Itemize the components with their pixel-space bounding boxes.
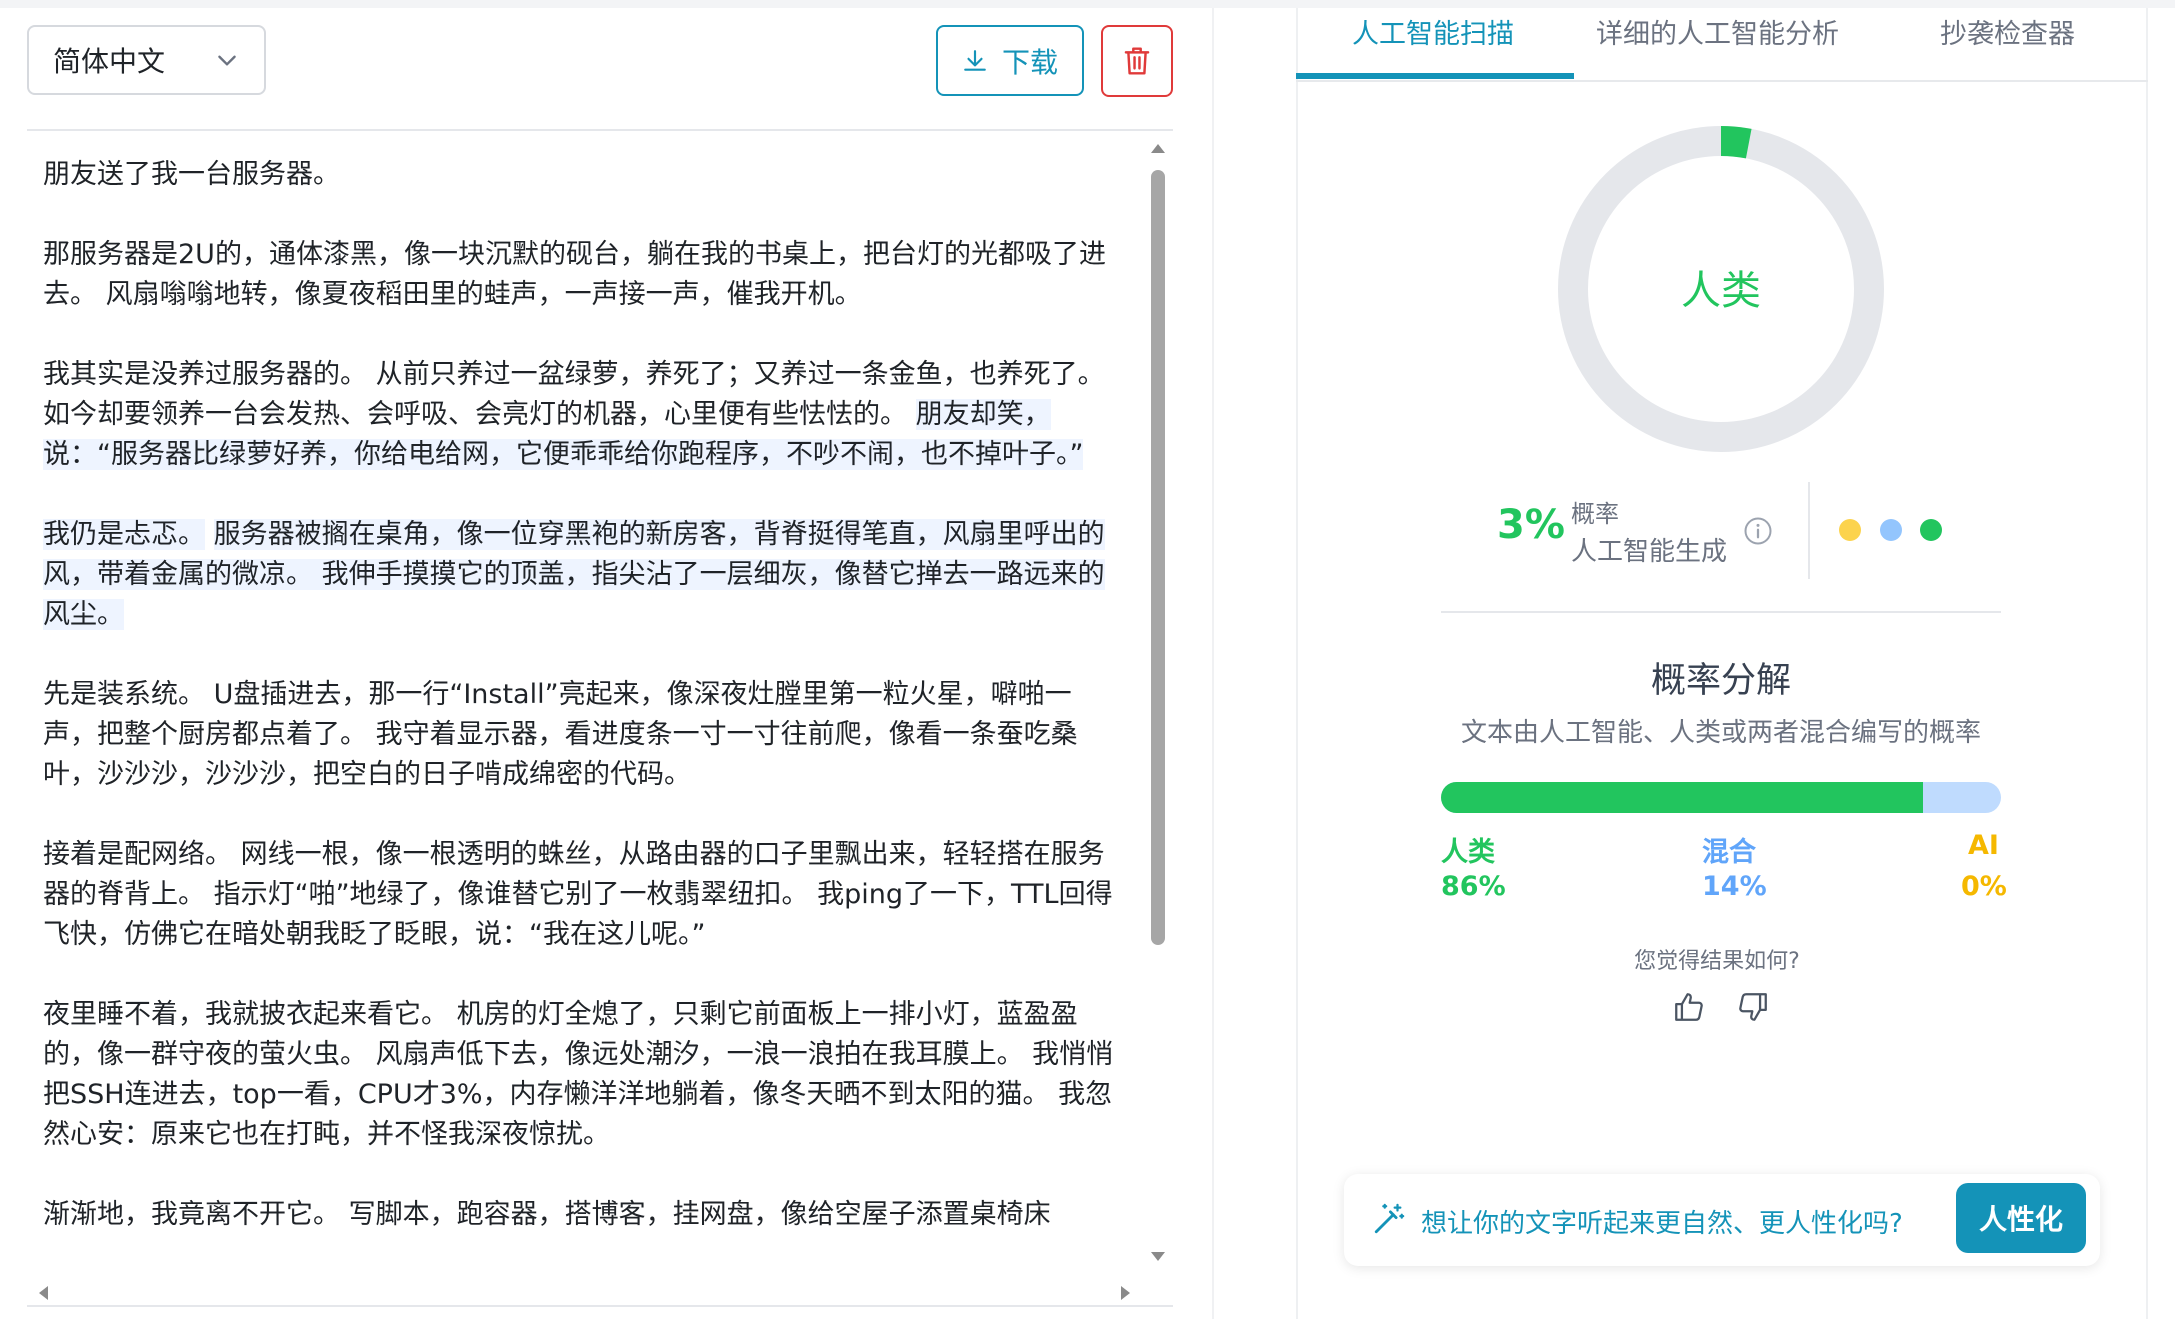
indicator-dot-blue <box>1880 519 1902 541</box>
active-tab-indicator <box>1296 73 1574 79</box>
breakdown-title: 概率分解 <box>1650 661 1791 701</box>
thumbs-down-icon[interactable] <box>1736 990 1770 1024</box>
section-separator <box>1441 611 2001 613</box>
legend-mixed-label: 混合 <box>1702 837 1756 868</box>
editor-bottom-divider <box>27 1305 1173 1307</box>
download-icon <box>964 49 986 71</box>
probability-bar <box>1441 782 2001 813</box>
tab-plagiarism-checker[interactable]: 抄袭检查器 <box>1940 12 2075 51</box>
editor-top-divider <box>27 129 1173 131</box>
probability-bar-human-segment <box>1441 782 1923 813</box>
text-editor[interactable]: 朋友送了我一台服务器。 那服务器是2U的，通体漆黑，像一块沉默的砚台，躺在我的书… <box>27 135 1137 1298</box>
highlighted-segment: 我仍是忐忑。 <box>43 519 205 550</box>
scroll-up-arrow-icon[interactable] <box>1151 144 1165 153</box>
pane-separator <box>1212 8 1214 1319</box>
verdict-label: 人类 <box>1681 268 1761 314</box>
indicator-dot-yellow <box>1839 519 1861 541</box>
paragraph: 那服务器是2U的，通体漆黑，像一块沉默的砚台，躺在我的书桌上，把台灯的光都吸了进… <box>43 239 1106 310</box>
delete-button[interactable] <box>1101 25 1173 97</box>
download-button-label: 下载 <box>1001 45 1058 79</box>
ai-probability-value: 3% <box>1497 502 1565 548</box>
scroll-left-arrow-icon[interactable] <box>39 1286 48 1300</box>
feedback-question: 您觉得结果如何? <box>1634 949 1800 974</box>
language-select-label: 简体中文 <box>53 45 166 78</box>
thumbs-up-icon[interactable] <box>1672 990 1706 1024</box>
paragraph: 渐渐地，我竟离不开它。 写脚本，跑容器，搭博客，挂网盘，像给空屋子添置桌椅床 <box>43 1199 1051 1230</box>
vertical-separator <box>1808 482 1810 579</box>
humanize-button[interactable]: 人性化 <box>1956 1183 2086 1253</box>
paragraph: 我其实是没养过服务器的。 从前只养过一盆绿萝，养死了；又养过一条金鱼，也养死了。… <box>43 355 1121 475</box>
paragraph: 夜里睡不着，我就披衣起来看它。 机房的灯全熄了，只剩它前面板上一排小灯，蓝盈盈的… <box>43 999 1114 1150</box>
breakdown-subtitle: 文本由人工智能、人类或两者混合编写的概率 <box>1460 718 1981 748</box>
indicator-dot-green <box>1920 519 1942 541</box>
download-button[interactable]: 下载 <box>936 25 1084 96</box>
magic-wand-icon <box>1374 1203 1405 1234</box>
paragraph: 朋友送了我一台服务器。 <box>43 159 340 190</box>
horizontal-scrollbar[interactable] <box>27 1280 1173 1304</box>
trash-icon <box>1124 47 1150 75</box>
paragraph: 我仍是忐忑。 服务器被搁在桌角，像一位穿黑袍的新房客，背脊挺得笔直，风扇里呼出的… <box>43 515 1121 635</box>
language-select[interactable]: 简体中文 <box>27 25 266 95</box>
paragraph: 接着是配网络。 网线一根，像一根透明的蛛丝，从路由器的口子里飘出来，轻轻搭在服务… <box>43 839 1113 950</box>
legend-ai-label: AI <box>1968 830 1999 861</box>
legend-human-label: 人类 <box>1441 837 1495 868</box>
legend-mixed-value: 14% <box>1702 871 1767 902</box>
legend-ai-value: 0% <box>1961 871 2007 902</box>
probability-title: 概率 <box>1571 500 1619 528</box>
scroll-thumb[interactable] <box>1151 170 1165 945</box>
probability-subtitle: 人工智能生成 <box>1571 537 1728 567</box>
vertical-scrollbar[interactable] <box>1148 140 1168 1261</box>
paragraph: 先是装系统。 U盘插进去，那一行“Install”亮起来，像深夜灶膛里第一粒火星… <box>43 679 1078 790</box>
scroll-right-arrow-icon[interactable] <box>1121 1286 1130 1300</box>
results-tabs: 人工智能扫描 详细的人工智能分析 抄袭检查器 <box>1296 0 2148 82</box>
legend-human-value: 86% <box>1441 871 1506 902</box>
scroll-down-arrow-icon[interactable] <box>1151 1252 1165 1261</box>
tab-ai-scan[interactable]: 人工智能扫描 <box>1352 12 1514 51</box>
info-icon[interactable] <box>1743 516 1773 546</box>
text-segment <box>907 399 916 430</box>
chevron-down-icon <box>218 55 236 66</box>
humanize-prompt: 想让你的文字听起来更自然、更人性化吗? <box>1421 1209 1903 1239</box>
document-text: 朋友送了我一台服务器。 那服务器是2U的，通体漆黑，像一块沉默的砚台，躺在我的书… <box>27 135 1137 1235</box>
tab-detailed-analysis[interactable]: 详细的人工智能分析 <box>1596 12 1839 51</box>
